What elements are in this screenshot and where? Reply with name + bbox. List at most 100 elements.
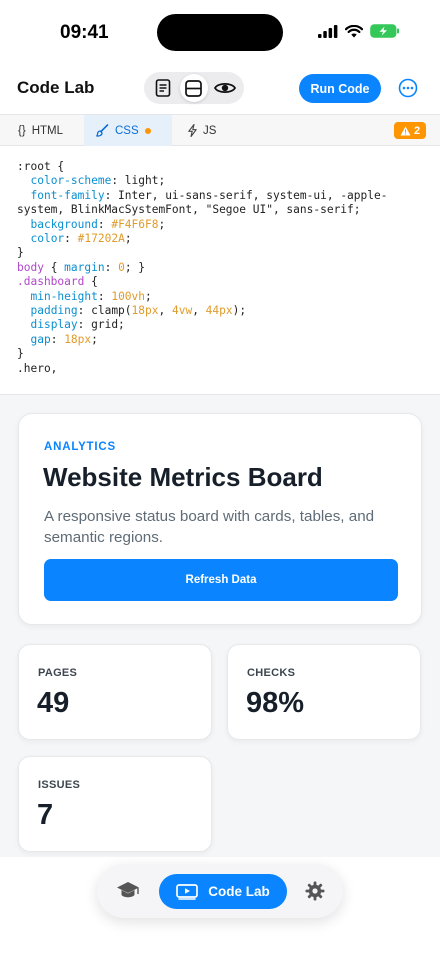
brush-icon (96, 124, 109, 137)
tab-js[interactable]: JS (176, 115, 228, 146)
code-token: : light; (111, 174, 166, 188)
code-token: .hero, (17, 361, 58, 375)
code-token: .dashboard (17, 275, 85, 289)
code-token: 18px (64, 332, 92, 346)
code-line: background: #F4F6F8; (17, 218, 428, 232)
code-token: ; } (124, 260, 146, 274)
warnings-count: 2 (414, 124, 421, 137)
code-token: body (17, 260, 44, 274)
hero-description: A responsive status board with cards, ta… (44, 508, 375, 546)
code-token: : (104, 260, 119, 274)
metric-value: 98% (246, 687, 305, 719)
status-icons (318, 24, 400, 38)
code-token: } (17, 347, 24, 361)
wifi-icon (345, 24, 363, 37)
code-token: color-scheme (17, 174, 112, 188)
code-token: ; (124, 232, 132, 246)
refresh-data-button[interactable]: Refresh Data (44, 559, 398, 601)
more-options-button[interactable] (398, 78, 418, 98)
code-token: : clamp( (77, 304, 132, 318)
code-line: color-scheme: light; (17, 174, 428, 188)
app-title: Code Lab (17, 78, 95, 97)
gear-icon (305, 881, 325, 901)
code-token: min-height (17, 289, 98, 303)
code-token: 0 (118, 260, 125, 274)
code-view-button[interactable] (149, 74, 177, 102)
tab-html[interactable]: {} HTML (6, 115, 75, 146)
hero-title: Website Metrics Board (43, 462, 323, 492)
signal-icon (318, 24, 338, 38)
code-line: body { margin: 0; } (17, 261, 428, 275)
metric-label: ISSUES (38, 779, 81, 791)
code-lab-nav-button[interactable]: Code Lab (159, 874, 287, 909)
editor-tabs: {} HTML CSS JS 2 (0, 114, 440, 146)
tab-label: HTML (31, 124, 63, 137)
nav-active-label: Code Lab (208, 884, 270, 899)
code-token: 100vh (111, 289, 146, 303)
code-token: color (17, 232, 65, 246)
code-token: :root { (17, 160, 65, 173)
code-line: :root { (17, 160, 428, 174)
status-time: 09:41 (60, 22, 109, 43)
metric-value: 49 (37, 687, 70, 719)
settings-nav-button[interactable] (301, 877, 329, 905)
code-token: : grid; (77, 318, 125, 332)
preview-view-button[interactable] (211, 74, 239, 102)
code-token: #F4F6F8 (111, 217, 159, 231)
metric-card-pages: PAGES 49 (18, 644, 212, 740)
status-bar: 09:41 (0, 0, 440, 62)
code-token: : (64, 232, 78, 246)
warning-triangle-icon (400, 126, 411, 135)
metric-label: PAGES (38, 667, 78, 679)
code-token: background (17, 217, 98, 231)
metric-card-issues: ISSUES 7 (18, 756, 212, 852)
code-token: { (84, 275, 98, 289)
tab-css[interactable]: CSS (84, 115, 172, 146)
toolbar: Code Lab Run Code (0, 62, 440, 114)
code-line: } (17, 347, 428, 361)
code-line: .dashboard { (17, 275, 428, 289)
split-icon (185, 79, 203, 97)
code-token: } (17, 246, 24, 260)
split-view-button[interactable] (179, 74, 208, 102)
code-token: padding (17, 304, 78, 318)
metric-label: CHECKS (247, 667, 296, 679)
code-editor[interactable]: :root { color-scheme: light; font-family… (0, 146, 440, 394)
code-token: ); (232, 304, 247, 318)
code-line: } (17, 246, 428, 260)
code-line: .hero, (17, 362, 428, 376)
code-token: 44px (205, 304, 233, 318)
code-token: 18px (131, 304, 159, 318)
code-token: 4vw (171, 304, 193, 318)
ellipsis-circle-icon (398, 78, 418, 98)
code-token: { (43, 260, 65, 274)
code-token: : (97, 217, 112, 231)
modified-dot (144, 127, 151, 134)
bolt-icon (188, 124, 197, 137)
code-token: #17202A (77, 232, 125, 246)
preview-pane: ANALYTICS Website Metrics Board A respon… (0, 394, 440, 857)
code-line: font-family: Inter, ui-sans-serif, syste… (17, 189, 428, 218)
code-token: ; (91, 332, 98, 346)
code-line: gap: 18px; (17, 333, 428, 347)
run-code-button[interactable]: Run Code (299, 74, 381, 103)
braces-icon: {} (18, 124, 26, 137)
hero-card: ANALYTICS Website Metrics Board A respon… (18, 413, 422, 625)
code-token: : (97, 289, 112, 303)
code-token: gap (17, 332, 51, 346)
code-token: ; (158, 217, 166, 231)
hero-eyebrow: ANALYTICS (44, 441, 116, 453)
learn-nav-button[interactable] (114, 877, 142, 905)
code-token: , (158, 304, 172, 318)
code-token: , (192, 304, 206, 318)
document-icon (156, 79, 171, 97)
code-token: font-family (17, 188, 105, 202)
code-line: display: grid; (17, 318, 428, 332)
code-line: color: #17202A; (17, 232, 428, 246)
code-token: ; (145, 289, 152, 303)
tab-label: CSS (115, 124, 139, 137)
graduation-cap-icon (117, 882, 139, 898)
code-line: padding: clamp(18px, 4vw, 44px); (17, 304, 428, 318)
dynamic-island (157, 14, 283, 51)
warnings-badge[interactable]: 2 (394, 122, 427, 139)
